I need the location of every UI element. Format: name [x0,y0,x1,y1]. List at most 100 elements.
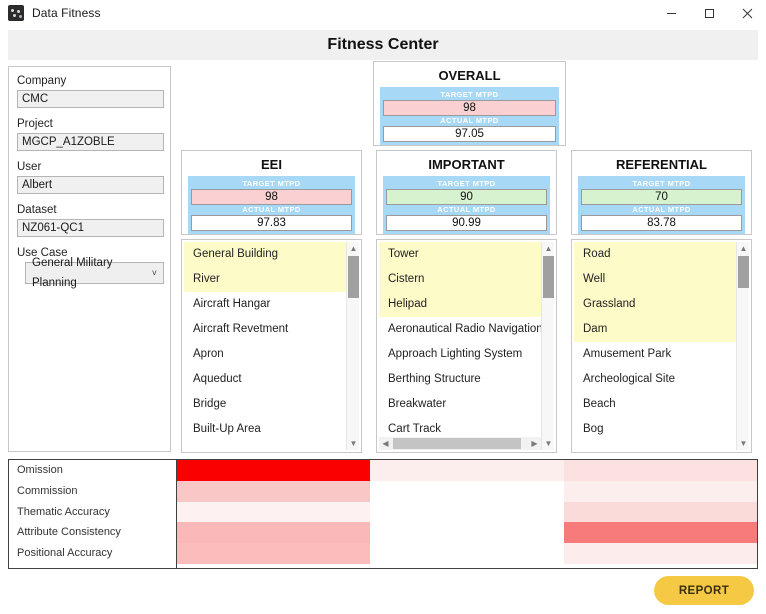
target-value: 90 [386,189,547,205]
actual-caption: ACTUAL MTPD [440,116,499,125]
scroll-right-icon[interactable]: ▶ [528,437,541,450]
category-title: REFERENTIAL [616,157,707,172]
horizontal-scrollbar[interactable]: ◀ ▶ [379,437,541,450]
category-panel-important: IMPORTANT TARGET MTPD 90 ACTUAL MTPD 90.99 [376,150,557,235]
maximize-icon[interactable] [690,0,728,26]
mtpd-box: TARGET MTPD 98 ACTUAL MTPD 97.83 [188,176,355,234]
category-title: EEI [261,157,282,172]
list-item[interactable]: Well [574,267,736,292]
app-icon [8,5,24,21]
field-input-2[interactable]: Albert [17,176,164,194]
list-item[interactable]: Bridge [184,392,346,417]
list-item[interactable]: Road [574,242,736,267]
feature-list-referential[interactable]: Road Well Grassland Dam Amusement Park Archeo… [571,239,752,453]
minimize-icon[interactable] [652,0,690,26]
scroll-up-icon[interactable]: ▲ [542,242,555,255]
heatmap-cell [177,522,371,544]
actual-value: 83.78 [581,215,742,231]
heatmap-cell [563,543,757,564]
list-item[interactable]: Cistern [379,267,541,292]
heatmap-cell [177,501,371,523]
list-item[interactable]: Helipad [379,292,541,317]
list-item[interactable]: Bog [574,417,736,442]
heatmap-cell [370,522,564,544]
scroll-thumb[interactable] [348,256,359,298]
target-value: 98 [191,189,352,205]
list-item[interactable]: River [184,267,346,292]
actual-value: 97.83 [191,215,352,231]
list-item[interactable]: Aeronautical Radio Navigation Service [379,317,541,342]
heatmap-column-eei [177,460,371,568]
list-item[interactable]: Apron [184,342,346,367]
hscroll-thumb[interactable] [393,438,521,449]
mtpd-box: TARGET MTPD 90 ACTUAL MTPD 90.99 [383,176,550,234]
field-input-3[interactable]: NZ061-QC1 [17,219,164,237]
list-item[interactable]: Aircraft Hangar [184,292,346,317]
list-item[interactable]: Aqueduct [184,367,346,392]
feature-list-important[interactable]: Tower Cistern Helipad Aeronautical Radio Na… [376,239,557,453]
actual-caption: ACTUAL MTPD [437,205,496,214]
field-input-0[interactable]: CMC [17,90,164,108]
project-form-panel: Company CMC Project MGCP_A1ZOBLE User Albert D… [8,66,171,452]
heatmap-grid [177,460,757,568]
feature-list-eei[interactable]: General Building River Aircraft Hangar Airc… [181,239,362,453]
field-label-3: Dataset [17,204,57,216]
title-bar: Data Fitness [0,0,766,26]
target-caption: TARGET MTPD [242,179,301,188]
heatmap-cell [177,480,371,502]
scroll-thumb[interactable] [738,256,749,288]
mtpd-box: TARGET MTPD 70 ACTUAL MTPD 83.78 [578,176,745,234]
heatmap-row-label: Commission [17,484,78,497]
list-item[interactable]: Dam [574,317,736,342]
vertical-scrollbar[interactable]: ▲ ▼ [736,242,749,450]
heatmap-row-label: Thematic Accuracy [17,505,110,518]
heatmap-cell [177,543,371,564]
close-icon[interactable] [728,0,766,26]
quality-heatmap: Omission Commission Thematic Accuracy Attri… [8,459,758,569]
list-item[interactable]: Beach [574,392,736,417]
list-item[interactable]: Aircraft Revetment [184,317,346,342]
page-title: Fitness Center [327,36,439,53]
list-item[interactable]: Grassland [574,292,736,317]
scroll-thumb[interactable] [543,256,554,298]
heatmap-cell [177,460,371,481]
scroll-down-icon[interactable]: ▼ [347,437,360,450]
heatmap-row-label: Attribute Consistency [17,526,121,539]
field-label-2: User [17,161,42,173]
list-item[interactable]: Approach Lighting System [379,342,541,367]
scroll-down-icon[interactable]: ▼ [542,437,555,450]
target-value: 98 [383,100,556,116]
list-items: General Building River Aircraft Hangar Airc… [184,242,346,450]
scroll-up-icon[interactable]: ▲ [347,242,360,255]
list-item[interactable]: Berthing Structure [379,367,541,392]
use-case-value: General Military Planning [32,257,113,289]
list-item[interactable]: Breakwater [379,392,541,417]
scroll-left-icon[interactable]: ◀ [379,437,392,450]
field-input-1[interactable]: MGCP_A1ZOBLE [17,133,164,151]
vertical-scrollbar[interactable]: ▲ ▼ [541,242,554,450]
list-item[interactable]: Amusement Park [574,342,736,367]
category-panel-eei: EEI TARGET MTPD 98 ACTUAL MTPD 97.83 [181,150,362,235]
heatmap-column-referential [563,460,757,568]
window-title: Data Fitness [32,6,101,20]
use-case-select[interactable]: General Military Planning ˅ [25,257,164,289]
report-button[interactable]: REPORT [654,576,754,605]
heatmap-cell [563,460,757,481]
vertical-scrollbar[interactable]: ▲ ▼ [346,242,359,450]
actual-caption: ACTUAL MTPD [632,205,691,214]
scroll-up-icon[interactable]: ▲ [737,242,750,255]
scroll-down-icon[interactable]: ▼ [737,437,750,450]
list-item[interactable]: General Building [184,242,346,267]
heatmap-row-label: Positional Accuracy [17,547,113,560]
chevron-down-icon: ˅ [151,268,157,278]
list-item[interactable]: Tower [379,242,541,267]
list-item[interactable]: Archeological Site [574,367,736,392]
target-value: 70 [581,189,742,205]
field-label-1: Project [17,118,53,130]
heatmap-cell [563,501,757,523]
heatmap-column-important [370,460,564,568]
list-items: Road Well Grassland Dam Amusement Park Archeo… [574,242,736,450]
window-controls [652,0,766,26]
mtpd-box: TARGET MTPD 98 ACTUAL MTPD 97.05 [380,87,559,145]
list-item[interactable]: Built-Up Area [184,417,346,442]
